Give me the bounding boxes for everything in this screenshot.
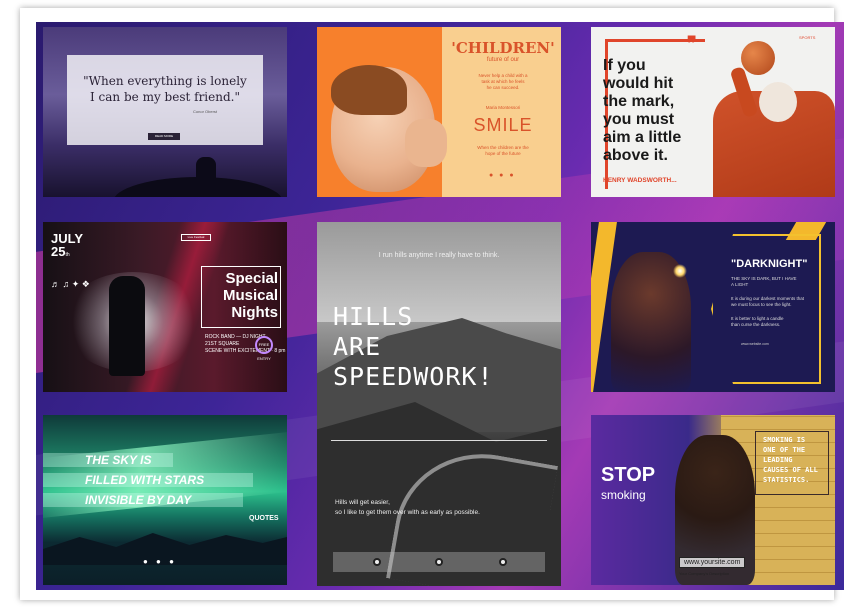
aim-line-2: would hit — [603, 75, 674, 92]
darknight-text-2: A LIGHT — [731, 282, 749, 287]
social-bar — [333, 552, 545, 572]
social-icons: ● ● ● — [143, 557, 177, 566]
hills-heading: HILLS ARE SPEEDWORK! — [333, 302, 494, 392]
hills-line-2: ARE — [333, 332, 382, 361]
hills-topline: I run hills anytime I really have to thi… — [378, 252, 500, 259]
event-day-suffix: th — [65, 252, 70, 258]
quote-line-1: "When everything is lonely — [83, 74, 247, 88]
hills-line-3: SPEEDWORK! — [333, 362, 494, 391]
basketball-icon — [741, 41, 775, 75]
smoking-line-4: CAUSES OF ALL — [763, 466, 818, 474]
quotes-label: QUOTES — [249, 515, 279, 522]
children-label: Maria Montessori — [485, 105, 521, 110]
quote-line-2: I can be my best friend." — [90, 90, 240, 104]
aim-quote-text: If you would hit the mark, you must aim … — [603, 57, 713, 165]
site-url[interactable]: www.yoursite.com — [679, 557, 746, 568]
darknight-title: "DARKNIGHT" — [731, 258, 808, 270]
smile-heading: SMILE — [473, 115, 533, 135]
template-card-musical-nights[interactable]: JULY 25th ♬ ♫ ✦ ❖ Live Festival Special … — [43, 222, 287, 392]
template-card-children[interactable]: 'CHILDREN' future of our Never help a ch… — [317, 27, 561, 197]
baby-hair — [331, 65, 407, 115]
event-meta: ROCK BAND — DJ NIGHT 21ST SQUARE SCENE W… — [205, 334, 285, 355]
template-card-quote-lonely[interactable]: "When everything is lonely I can be my b… — [43, 27, 287, 197]
sky-line-3: INVISIBLE BY DAY — [85, 493, 192, 507]
attribution: HENRY WADSWORTH... — [603, 177, 677, 184]
children-subtitle: future of our — [486, 57, 520, 63]
smoking-word: smoking — [601, 488, 646, 502]
children-text-5: hope of the future — [485, 151, 521, 156]
smoking-line-3: LEADING — [763, 456, 793, 464]
social-icon-3[interactable] — [499, 558, 507, 566]
company-description: Your Company's Description — [679, 571, 730, 576]
event-date: JULY 25th — [51, 232, 83, 262]
hills-body-2: so I like to get them over with as early… — [335, 509, 480, 516]
smoking-message: SMOKING IS ONE OF THE LEADING CAUSES OF … — [763, 435, 818, 485]
darknight-text-6: than curse the darkness. — [731, 322, 781, 327]
hexagon-frame — [711, 234, 821, 384]
divider — [331, 440, 547, 441]
template-card-sky-stars[interactable]: THE SKY IS FILLED WITH STARS INVISIBLE B… — [43, 415, 287, 585]
social-icon-2[interactable] — [435, 558, 443, 566]
ticket-badge: FREE ENTRY — [255, 336, 273, 361]
template-card-aim-quote[interactable]: ❞ If you would hit the mark, you must ai… — [591, 27, 835, 197]
baby-hand — [405, 119, 447, 167]
event-meta-3: SCENE WITH EXCITEMENT · 8 pm — [205, 348, 286, 354]
read-more-button[interactable]: READ MORE — [148, 133, 180, 140]
music-icons: ♬ ♫ ✦ ❖ — [51, 279, 90, 289]
event-tag-label: Live Festival — [187, 235, 205, 239]
event-meta-1: ROCK BAND — DJ NIGHT — [205, 334, 266, 340]
singer-silhouette — [109, 276, 145, 376]
aim-line-5: aim a little — [603, 129, 682, 146]
quote-mark-icon: ❞ — [687, 33, 697, 53]
stop-word: STOP — [601, 464, 656, 486]
player-head — [759, 82, 797, 122]
social-icons: ● ● ● — [489, 172, 516, 179]
social-icon-1[interactable] — [373, 558, 381, 566]
aim-line-3: the mark, — [603, 93, 675, 110]
template-card-stop-smoking[interactable]: STOP smoking SMOKING IS ONE OF THE LEADI… — [591, 415, 835, 585]
darknight-footer: www.website.com — [741, 342, 769, 346]
aim-line-4: you must — [603, 111, 675, 128]
sparkler-icon — [673, 264, 687, 278]
aim-line-6: above it. — [603, 147, 668, 164]
musical-line-2: Musical — [222, 287, 278, 304]
musical-title: Special Musical Nights — [183, 270, 278, 321]
quote-author: Conor Oberst — [193, 109, 218, 114]
darknight-text-4: we must focus to see the light. — [731, 302, 792, 307]
person-silhouette — [196, 157, 216, 183]
quote-text: "When everything is lonely I can be my b… — [73, 73, 257, 105]
brand-badge: SPORTS — [799, 35, 816, 40]
aim-line-1: If you — [603, 57, 646, 74]
sky-line-2: FILLED WITH STARS — [85, 473, 205, 487]
sky-line-1: THE SKY IS — [85, 453, 152, 467]
hills-body-1: Hills will get easier, — [335, 499, 390, 506]
event-tag: Live Festival — [181, 234, 211, 241]
hills-line-1: HILLS — [333, 302, 414, 331]
stop-smoking-title: STOP smoking — [601, 465, 655, 505]
smoking-line-2: ONE OF THE — [763, 446, 806, 454]
smoking-line-1: SMOKING IS — [763, 436, 806, 444]
children-text-3: he can succeed. — [486, 85, 520, 90]
template-card-hills[interactable]: I run hills anytime I really have to thi… — [317, 222, 561, 586]
children-title: 'CHILDREN' — [451, 39, 555, 57]
musical-line-1: Special — [225, 270, 278, 287]
hills-body: Hills will get easier, so I like to get … — [335, 498, 480, 518]
event-meta-2: 21ST SQUARE — [205, 341, 240, 347]
template-card-darknight[interactable]: "DARKNIGHT" THE SKY IS DARK, BUT I HAVE … — [591, 222, 835, 392]
smoking-line-5: STATISTICS. — [763, 476, 810, 484]
musical-line-3: Nights — [231, 304, 278, 321]
event-day: 25 — [51, 244, 66, 259]
read-more-label: READ MORE — [154, 134, 174, 138]
